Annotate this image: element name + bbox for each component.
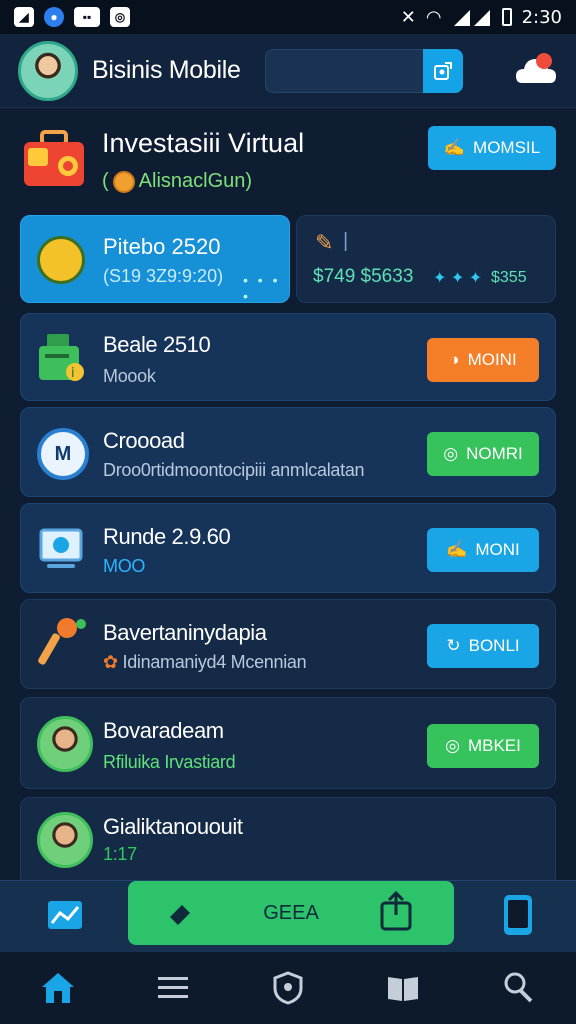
summary-card-left[interactable]: Pitebo 2520 (S19 3Z9:9:20) • • • • (20, 215, 290, 304)
search-button[interactable] (422, 48, 463, 93)
hero-subtitle-text: AlisnaclGun) (138, 170, 253, 192)
search-box (264, 48, 463, 93)
row-title: Bovaradeam (103, 718, 224, 743)
app-header: Bisinis Mobile (0, 34, 576, 108)
info-icon: ◎ (445, 736, 460, 755)
status-bar: ◢ ● ▪▪ ◎ ✕ ◠ 2:30 (0, 0, 576, 34)
briefcase-icon (24, 130, 84, 186)
list-item[interactable]: Bovaradeam Rfiluika Irvastiard ◎ MBKEI (20, 697, 556, 789)
summary-left-title: Pitebo 2520 (103, 234, 221, 259)
summary-right-top: | (343, 230, 349, 252)
row-title: Runde 2.9.60 (103, 524, 231, 549)
signal-icon (453, 10, 490, 26)
pen-icon (170, 905, 190, 925)
row-subtitle: Moook (103, 366, 156, 386)
folder-chart-icon[interactable] (46, 893, 86, 933)
summary-right-value: $749 $5633 (313, 266, 414, 287)
row-title: Bavertaninydapia (103, 620, 267, 645)
battery-icon (501, 8, 512, 26)
media-icon: ▪▪ (74, 7, 100, 27)
info-icon: ◑ (449, 350, 460, 369)
user-avatar (37, 812, 93, 868)
row-subtitle: 1:17 (103, 844, 137, 864)
svg-text:i: i (71, 366, 75, 381)
refresh-icon: ↻ (446, 636, 461, 655)
app-title: Bisinis Mobile (92, 56, 241, 84)
bottom-action-bar: GEEA (0, 880, 576, 952)
link-icon: ✍ (446, 540, 468, 559)
cash-register-icon: i (39, 334, 84, 381)
wrench-icon (38, 618, 86, 665)
bottom-nav (0, 952, 576, 1024)
nav-book[interactable] (373, 958, 433, 1018)
shield-icon (273, 971, 303, 1005)
wifi-icon: ◠ (425, 6, 442, 28)
hero-section: Investasiii Virtual ( AlisnaclGun) ✍ MOM… (20, 116, 556, 206)
coin-icon (37, 236, 85, 284)
monitor-icon (39, 528, 83, 568)
paw-icon: ✿ (103, 652, 118, 672)
clip-icon: ✎ (315, 230, 334, 255)
mastercard-icon: M (37, 428, 89, 480)
nav-search-user[interactable] (488, 958, 548, 1018)
book-icon (388, 977, 419, 1001)
search-input[interactable] (265, 49, 421, 92)
cloud-alert-icon (516, 52, 556, 83)
hero-button[interactable]: ✍ MOMSIL (428, 126, 556, 170)
app-icon-a: ◢ (14, 7, 34, 27)
row-subtitle: Rfiluika Irvastiard (103, 752, 236, 772)
row-title: Beale 2510 (103, 332, 211, 357)
row-subtitle: Droo0rtidmoontocipiii anmlcalatan (103, 460, 365, 480)
home-icon (41, 973, 74, 1003)
row-title: Gialiktanououit (103, 814, 243, 839)
primary-action-button[interactable]: GEEA (128, 881, 454, 945)
cloud-alert-button[interactable] (514, 51, 558, 91)
user-avatar (37, 716, 93, 772)
sparkle-icons: ✦ ✦ ✦ (433, 270, 483, 287)
mute-icon: ✕ (400, 6, 416, 28)
nav-shield[interactable] (258, 958, 318, 1018)
list-icon (157, 977, 188, 998)
summary-card-right[interactable]: ✎ | $749 $5633 ✦ ✦ ✦ $355 (296, 215, 556, 303)
row-action-button[interactable]: ◎ NOMRI (427, 432, 539, 476)
link-icon: ✍ (443, 138, 466, 157)
content-area: Investasiii Virtual ( AlisnaclGun) ✍ MOM… (0, 108, 576, 880)
row-action-button[interactable]: ◎ MBKEI (427, 724, 539, 768)
summary-left-value: (S19 3Z9:9:20) (103, 266, 224, 286)
search-user-icon (504, 972, 533, 1003)
row-subtitle: ✿ Idinamaniyd4 Mcennian (103, 652, 307, 672)
messenger-icon: ● (44, 7, 64, 27)
coin-icon (112, 170, 135, 193)
row-action-button[interactable]: ◑ MOINI (427, 338, 539, 382)
list-item[interactable]: Runde 2.9.60 MOO ✍ MONI (20, 503, 556, 593)
nav-home[interactable] (28, 958, 88, 1018)
nav-list[interactable] (143, 958, 203, 1018)
hero-title: Investasiii Virtual (102, 128, 305, 158)
list-item[interactable]: Bavertaninydapia ✿ Idinamaniyd4 Mcennian… (20, 599, 556, 689)
list-item[interactable]: Gialiktanououit 1:17 (20, 797, 556, 880)
status-time: 2:30 (521, 6, 562, 28)
list-item[interactable]: M Croooad Droo0rtidmoontocipiii anmlcala… (20, 407, 556, 497)
phone-icon[interactable] (500, 893, 536, 937)
row-subtitle: MOO (103, 556, 146, 576)
search-icon (433, 61, 452, 80)
summary-right-extra: $355 (491, 269, 527, 286)
row-title: Croooad (103, 428, 185, 453)
share-icon (380, 890, 412, 931)
user-avatar[interactable] (18, 40, 78, 101)
dots-indicator: • • • • (243, 272, 281, 304)
row-action-button[interactable]: ✍ MONI (427, 528, 539, 572)
hero-subtitle: ( AlisnaclGun) (102, 170, 253, 193)
list-item[interactable]: i Beale 2510 Moook ◑ MOINI (20, 313, 556, 401)
notification-icon: ◎ (110, 7, 130, 27)
info-icon: ◎ (443, 444, 459, 463)
row-action-button[interactable]: ↻ BONLI (427, 624, 539, 668)
